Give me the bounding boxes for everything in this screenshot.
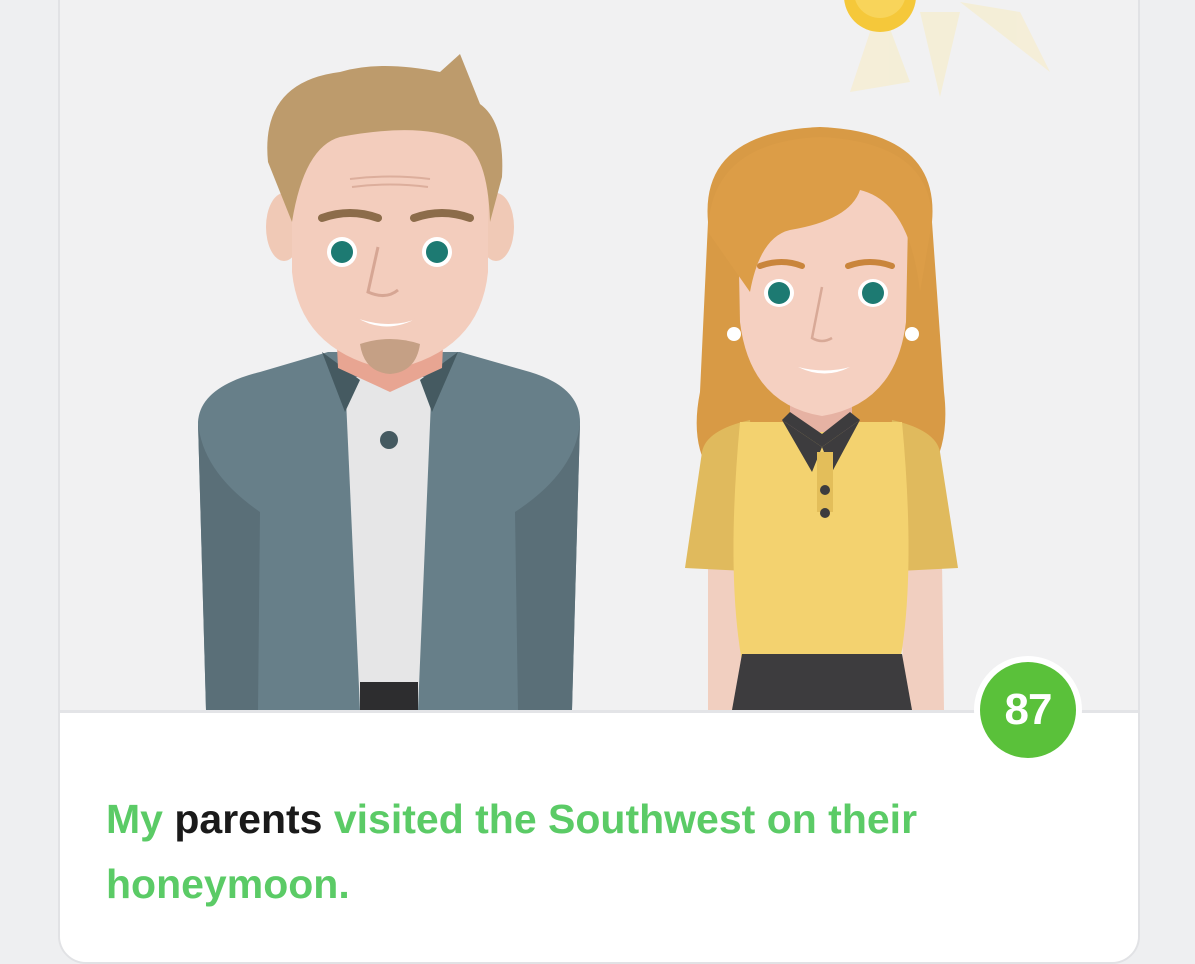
sentence-highlight-word[interactable]: parents	[174, 796, 322, 842]
parents-illustration	[198, 0, 1050, 710]
sentence-before: My	[106, 796, 175, 842]
woman-illustration	[685, 127, 958, 710]
score-badge: 87	[974, 656, 1082, 764]
exercise-card: +22 My parents visited the Southwest on …	[58, 0, 1140, 964]
illustration-area	[60, 0, 1138, 710]
sentence-panel: My parents visited the Southwest on thei…	[60, 710, 1138, 962]
coin-reward-label: +22	[994, 0, 1092, 9]
man-illustration	[198, 54, 580, 710]
coin-icon	[844, 0, 916, 32]
sentence-text: My parents visited the Southwest on thei…	[106, 787, 1006, 917]
